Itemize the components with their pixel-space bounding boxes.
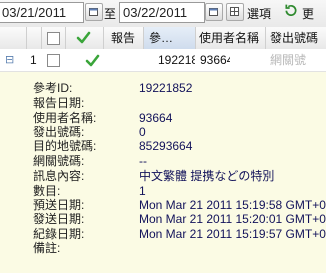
header-ref-id[interactable]: 參… (144, 27, 196, 49)
options-label[interactable]: 選項 (247, 5, 271, 22)
table-row[interactable]: ⊟ 1 19221852 93664 網關號 (0, 49, 326, 72)
header-sent-number[interactable]: 發出號碼 (266, 27, 326, 49)
row-user-name: 93664 (200, 53, 230, 67)
header-row-number (0, 27, 27, 49)
refresh-icon (285, 4, 297, 16)
toolbar: 03/21/2011 至 03/22/2011 選項 更 (0, 0, 326, 28)
row-checkbox[interactable] (47, 54, 60, 67)
date-from-input[interactable]: 03/21/2011 (0, 2, 84, 23)
detail-panel: 參考ID: 19221852 報告日期: 使用者名稱: 93664 發出號碼: … (0, 72, 326, 273)
header-report[interactable]: 報告 (104, 27, 144, 49)
header-status (66, 27, 104, 49)
to-label: 至 (104, 7, 117, 21)
date-from-picker-button[interactable] (85, 3, 103, 21)
date-to-input[interactable]: 03/22/2011 (119, 2, 205, 23)
grid-header: 報告 參… 使用者名稱 發出號碼 (0, 27, 326, 50)
header-select-all[interactable] (42, 27, 66, 49)
row-sent-number: 網關號 (270, 53, 307, 67)
update-label[interactable]: 更 (302, 5, 314, 22)
calendar-icon (209, 8, 218, 16)
row-collapse-icon[interactable]: ⊟ (5, 49, 19, 71)
select-all-checkbox[interactable] (47, 32, 60, 45)
grid-icon (230, 7, 239, 16)
row-ref-id: 19221852 (158, 53, 195, 67)
check-icon (85, 54, 100, 67)
calendar-icon (89, 8, 98, 16)
date-from-value: 03/21/2011 (2, 5, 67, 20)
date-to-picker-button[interactable] (205, 3, 223, 21)
row-number: 1 (30, 53, 37, 67)
options-button[interactable] (226, 3, 244, 21)
check-icon (76, 31, 91, 44)
date-to-value: 03/22/2011 (123, 5, 188, 20)
header-user-name[interactable]: 使用者名稱 (196, 27, 266, 49)
header-expand-col (27, 27, 42, 49)
refresh-button[interactable] (285, 3, 301, 19)
